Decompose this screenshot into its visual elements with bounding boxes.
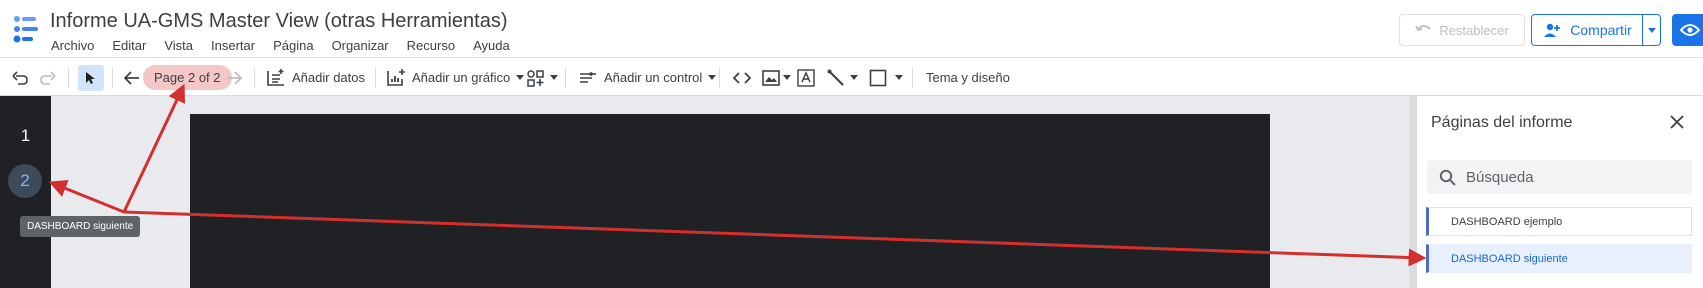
redo-button[interactable] xyxy=(40,59,56,96)
panel-page-label: DASHBOARD ejemplo xyxy=(1451,215,1563,228)
rail-page-2[interactable]: 2 xyxy=(8,164,42,198)
menu-ayuda[interactable]: Ayuda xyxy=(473,38,510,53)
theme-layout-button[interactable]: Tema y diseño xyxy=(926,59,1010,96)
image-button[interactable] xyxy=(762,59,791,96)
chevron-down-icon xyxy=(895,75,903,80)
add-control-button[interactable]: Añadir un control xyxy=(578,59,717,96)
arrow-right-icon xyxy=(227,70,242,85)
share-button[interactable]: Compartir xyxy=(1531,14,1661,46)
looker-studio-logo-icon xyxy=(13,16,38,43)
image-icon xyxy=(762,69,780,86)
add-data-label: Añadir datos xyxy=(292,70,365,85)
control-icon xyxy=(580,71,596,83)
toolbar-divider xyxy=(912,68,913,88)
add-component-icon xyxy=(527,69,544,87)
menu-bar: Archivo Editar Vista Insertar Página Org… xyxy=(51,38,528,53)
report-pages-panel: Páginas del informe DASHBOARD ejemplo DA… xyxy=(1417,96,1703,288)
code-icon xyxy=(733,71,751,84)
page-navigation-rail: 1 2 xyxy=(0,96,51,288)
toolbar-divider xyxy=(112,68,113,88)
redo-icon xyxy=(40,70,56,85)
panel-page-item-selected[interactable]: DASHBOARD siguiente xyxy=(1426,244,1692,273)
page-indicator: Page 2 of 2 xyxy=(143,65,232,90)
previous-page-button[interactable] xyxy=(124,59,140,96)
chevron-down-icon xyxy=(516,75,525,80)
select-tool-button[interactable] xyxy=(78,65,104,91)
report-editor: Informe UA-GMS Master View (otras Herram… xyxy=(0,0,1703,288)
rail-page-1[interactable]: 1 xyxy=(0,126,51,146)
chevron-down-icon xyxy=(550,75,558,80)
close-panel-button[interactable] xyxy=(1665,110,1689,134)
embed-url-button[interactable] xyxy=(733,59,751,96)
panel-title: Páginas del informe xyxy=(1431,114,1573,131)
shape-button[interactable] xyxy=(869,59,903,96)
reset-button[interactable]: Restablecer xyxy=(1399,14,1525,46)
menu-insertar[interactable]: Insertar xyxy=(211,38,255,53)
add-person-icon xyxy=(1544,23,1561,37)
page-tooltip: DASHBOARD siguiente xyxy=(20,216,141,237)
page-search-input[interactable] xyxy=(1466,168,1666,186)
toolbar-divider xyxy=(68,68,69,88)
chevron-down-icon xyxy=(708,75,717,80)
text-box-icon xyxy=(797,68,815,87)
menu-editar[interactable]: Editar xyxy=(112,38,146,53)
add-chart-label: Añadir un gráfico xyxy=(412,70,511,85)
chevron-down-icon xyxy=(850,75,858,80)
canvas-panel-divider xyxy=(1409,96,1417,288)
text-button[interactable] xyxy=(797,59,815,96)
undo-icon xyxy=(12,70,28,85)
add-chart-button[interactable]: Añadir un gráfico xyxy=(386,59,525,96)
arrow-left-icon xyxy=(124,70,139,85)
reset-label: Restablecer xyxy=(1439,22,1509,38)
menu-archivo[interactable]: Archivo xyxy=(51,38,94,53)
theme-layout-label: Tema y diseño xyxy=(926,70,1010,85)
add-data-button[interactable]: Añadir datos xyxy=(266,59,365,96)
panel-page-label: DASHBOARD siguiente xyxy=(1451,252,1568,265)
editor-toolbar: Page 2 of 2 Añadir datos Añadir un gráfi… xyxy=(0,59,1703,96)
add-chart-icon xyxy=(387,68,405,86)
page-search-box[interactable] xyxy=(1427,160,1692,194)
share-label: Compartir xyxy=(1570,22,1632,38)
chevron-down-icon xyxy=(783,75,791,80)
cursor-icon xyxy=(86,72,95,84)
add-control-label: Añadir un control xyxy=(604,70,703,85)
eye-icon xyxy=(1680,24,1700,36)
toolbar-divider xyxy=(254,68,255,88)
search-icon xyxy=(1439,169,1456,186)
add-component-button[interactable] xyxy=(526,59,558,96)
add-data-icon xyxy=(267,68,284,86)
report-title[interactable]: Informe UA-GMS Master View (otras Herram… xyxy=(50,10,508,33)
chevron-down-icon xyxy=(1647,27,1656,33)
share-dropdown-button[interactable] xyxy=(1642,15,1660,45)
toolbar-divider xyxy=(565,68,566,88)
square-shape-icon xyxy=(869,69,887,86)
app-header: Informe UA-GMS Master View (otras Herram… xyxy=(0,0,1703,58)
menu-recurso[interactable]: Recurso xyxy=(407,38,455,53)
share-main[interactable]: Compartir xyxy=(1532,22,1642,38)
toolbar-divider xyxy=(375,68,376,88)
line-icon xyxy=(827,69,844,86)
close-icon xyxy=(1670,115,1684,129)
view-button[interactable] xyxy=(1672,14,1703,46)
report-page-canvas[interactable] xyxy=(190,114,1270,288)
next-page-button[interactable] xyxy=(226,59,242,96)
menu-vista[interactable]: Vista xyxy=(164,38,193,53)
menu-pagina[interactable]: Página xyxy=(273,38,313,53)
line-button[interactable] xyxy=(827,59,858,96)
panel-page-item[interactable]: DASHBOARD ejemplo xyxy=(1426,207,1692,236)
undo-button[interactable] xyxy=(12,59,28,96)
menu-organizar[interactable]: Organizar xyxy=(332,38,389,53)
toolbar-divider xyxy=(719,68,720,88)
reset-icon xyxy=(1415,25,1431,32)
